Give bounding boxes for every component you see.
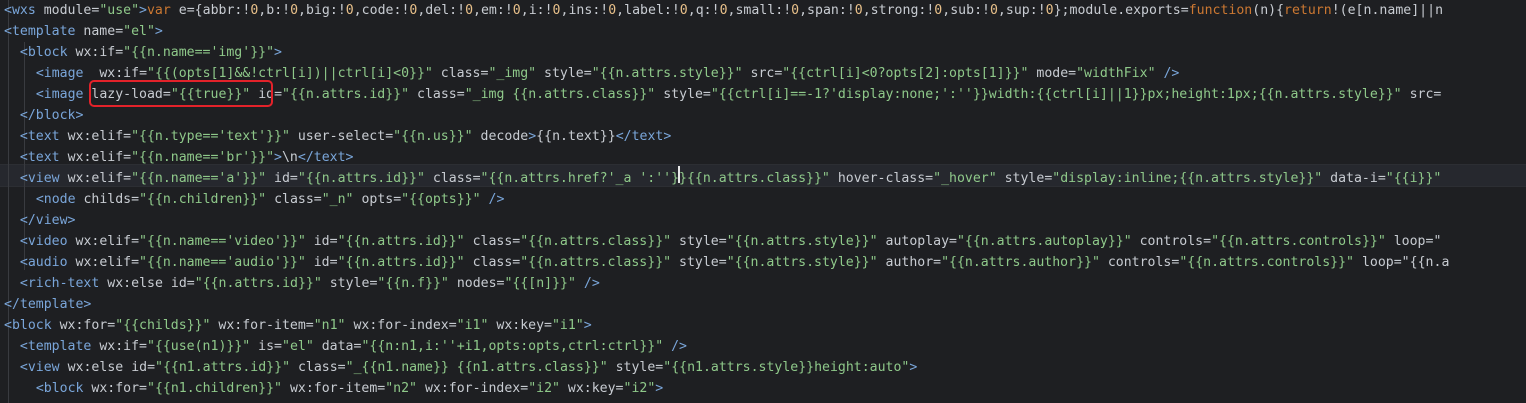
highlight-callout-box [89,80,273,107]
code-line[interactable]: <node childs="{{n.children}}" class="_n"… [4,189,505,210]
code-line[interactable]: <template wx:if="{{use(n2)}}" is="el" da… [4,399,775,403]
code-line[interactable]: <template name="el"> [4,21,163,42]
code-line[interactable]: <block wx:for="{{childs}}" wx:for-item="… [4,315,592,336]
code-line[interactable]: <block wx:for="{{n1.children}}" wx:for-i… [4,378,663,399]
code-line[interactable]: <view wx:else id="{{n1.attrs.id}}" class… [4,357,917,378]
code-line[interactable]: <text wx:elif="{{n.type=='text'}}" user-… [4,126,671,147]
code-line[interactable]: <wxs module="use">var e={abbr:!0,b:!0,bi… [4,0,1443,21]
code-line[interactable]: <video wx:elif="{{n.name=='video'}}" id=… [4,231,1441,252]
code-line[interactable]: </template> [4,294,91,315]
code-line[interactable]: <block wx:if="{{n.name=='img'}}"> [4,42,282,63]
code-line[interactable]: </block> [4,105,84,126]
code-line[interactable]: <text wx:elif="{{n.name=='br'}}">\n</tex… [4,147,354,168]
code-line[interactable]: <audio wx:elif="{{n.name=='audio'}}" id=… [4,252,1449,273]
code-editor[interactable]: <wxs module="use">var e={abbr:!0,b:!0,bi… [0,0,1526,403]
text-caret [678,166,680,183]
code-line[interactable]: <view wx:elif="{{n.name=='a'}}" id="{{n.… [4,168,1441,189]
code-line[interactable]: <template wx:if="{{use(n1)}}" is="el" da… [4,336,687,357]
code-line[interactable]: <rich-text wx:else id="{{n.attrs.id}}" s… [4,273,600,294]
code-line[interactable]: </view> [4,210,76,231]
